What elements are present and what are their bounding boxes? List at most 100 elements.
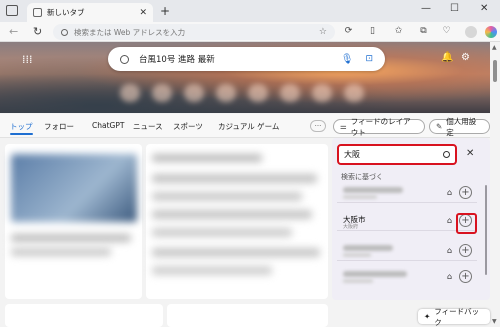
search-icon[interactable] [443,151,450,158]
result-name-redacted [343,245,393,251]
scroll-thumb[interactable] [493,60,497,82]
news-card-text [11,248,111,256]
news-card[interactable] [167,304,328,327]
quick-link-tile[interactable] [120,84,140,102]
home-icon[interactable]: ⌂ [447,216,452,225]
news-card-text [152,174,317,183]
copilot-icon[interactable] [485,26,497,38]
panel-scrollbar[interactable] [485,185,487,275]
workspaces-icon[interactable] [6,5,18,16]
location-search-input[interactable]: 大阪 [337,144,457,165]
news-card-text [11,234,131,242]
collections-icon[interactable]: ⧉ [418,26,429,37]
favorite-star-icon[interactable]: ☆ [319,27,327,37]
tab-bar: 新しいタブ ✕ + — ☐ ✕ [0,0,500,22]
add-icon[interactable]: + [459,270,472,283]
visual-search-icon[interactable]: ⊡ [365,54,373,64]
feed-tab-news[interactable]: ニュース [133,121,163,132]
result-sub-redacted [343,195,377,199]
feed-layout-label: フィードのレイアウト [350,116,411,137]
settings-more-icon[interactable]: ♡ [441,26,452,37]
navigation-bar: ← ↻ 検索または Web アドレスを入力 ☆ ⟳ ▯ ✩ ⧉ ♡ [0,22,500,42]
maximize-button[interactable]: ☐ [450,3,459,14]
feedback-icon: ✦ [424,312,431,321]
quick-link-tile[interactable] [216,84,236,102]
feed-tab-casual-games[interactable]: カジュアル ゲーム [218,121,279,132]
section-label: 検索に基づく [341,173,383,181]
home-icon[interactable]: ⌂ [447,188,452,197]
web-search-query: 台風10号 進路 最新 [139,55,215,65]
news-card-text [152,154,262,162]
profile-avatar[interactable] [465,26,477,38]
feed-tab-chatgpt[interactable]: ChatGPT [92,121,124,130]
personalize-icon: ✎ [436,122,443,131]
notifications-bell-icon[interactable]: 🔔 [441,52,453,63]
result-name-redacted [343,187,403,193]
tab-close-icon[interactable]: ✕ [139,8,147,18]
add-icon[interactable]: + [459,186,472,199]
tab-new-tab[interactable]: 新しいタブ ✕ [27,3,153,22]
feed-tab-top[interactable]: トップ [10,121,33,132]
newtab-favicon-icon [33,8,42,17]
result-row[interactable]: ⌂ + [337,241,477,261]
news-card-image [11,154,137,222]
tab-title: 新しいタブ [47,8,85,17]
scroll-up-icon[interactable]: ▲ [492,44,497,51]
feedback-button[interactable]: ✦ フィードバック [418,306,490,327]
home-icon[interactable]: ⌂ [447,272,452,281]
scroll-down-icon[interactable]: ▼ [492,318,497,325]
result-row[interactable]: ⌂ + [337,183,477,203]
location-search-value: 大阪 [344,150,360,159]
close-window-button[interactable]: ✕ [480,3,488,14]
settings-gear-icon[interactable]: ⚙ [461,52,470,63]
news-card[interactable] [5,304,163,327]
page-scrollbar[interactable] [490,42,500,327]
sliders-icon: ⚌ [340,122,347,131]
quick-link-tile[interactable] [280,84,300,102]
news-card[interactable] [5,144,142,299]
home-icon[interactable]: ⌂ [447,246,452,255]
result-sub: 大阪府 [343,224,359,230]
search-icon [61,28,68,36]
quick-link-tile[interactable] [184,84,204,102]
quick-link-tile[interactable] [312,84,332,102]
feed-more-button[interactable]: ··· [310,120,326,132]
favorites-icon[interactable]: ✩ [393,26,404,37]
result-name-redacted [343,271,407,277]
active-tab-underline [10,133,33,135]
web-search-box[interactable]: 台風10号 進路 最新 🎙 ⊡ [108,47,385,71]
feed-tab-follow[interactable]: フォロー [44,121,74,132]
news-card-text [152,248,320,257]
address-bar[interactable]: 検索または Web アドレスを入力 ☆ [53,24,335,40]
news-card-text [152,210,312,219]
new-tab-button[interactable]: + [160,4,170,18]
refresh-page-icon[interactable]: ⟳ [343,26,354,37]
news-card-text [152,192,302,201]
apps-grid-icon[interactable]: ⁞⁞⁞ [22,53,33,66]
search-icon [120,54,129,64]
address-placeholder: 検索または Web アドレスを入力 [74,27,186,37]
quick-link-tile[interactable] [248,84,268,102]
microphone-icon[interactable]: 🎙 [341,54,354,65]
quick-link-tile[interactable] [152,84,172,102]
add-button-highlight [456,213,477,234]
result-row[interactable]: ⌂ + [337,267,477,287]
personalize-button[interactable]: ✎ 個人用設定 [429,117,490,137]
add-icon[interactable]: + [459,244,472,257]
result-sub-redacted [343,279,373,283]
feed-layout-button[interactable]: ⚌ フィードのレイアウト [333,117,425,137]
news-card[interactable] [146,144,328,299]
feed-tab-sports[interactable]: スポーツ [173,121,203,132]
feedback-label: フィードバック [434,306,480,327]
refresh-icon[interactable]: ↻ [33,25,42,38]
result-sub-redacted [343,253,371,257]
personalize-label: 個人用設定 [446,116,477,137]
news-card-text [152,266,272,275]
split-screen-icon[interactable]: ▯ [367,26,378,37]
panel-close-icon[interactable]: ✕ [466,148,474,159]
news-card-text [152,228,292,237]
news-feed [0,138,330,327]
back-icon[interactable]: ← [9,25,18,38]
quick-link-tile[interactable] [344,84,364,102]
minimize-button[interactable]: — [421,3,431,14]
